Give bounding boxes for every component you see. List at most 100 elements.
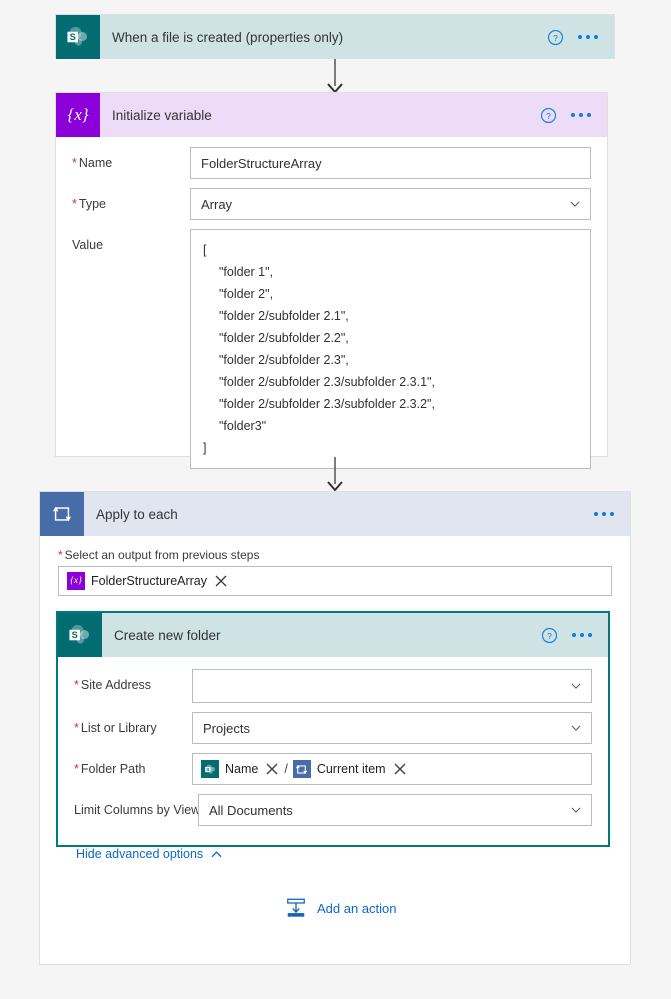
limit-columns-select[interactable]: All Documents bbox=[198, 794, 592, 826]
apply-to-each-header[interactable]: Apply to each bbox=[40, 492, 630, 536]
more-commands-icon[interactable] bbox=[578, 35, 598, 39]
name-input[interactable]: FolderStructureArray bbox=[190, 147, 591, 179]
trigger-title: When a file is created (properties only) bbox=[112, 29, 344, 45]
remove-token-icon[interactable] bbox=[214, 574, 228, 588]
sharepoint-icon: S bbox=[56, 15, 100, 59]
loop-icon bbox=[292, 760, 311, 778]
help-icon[interactable]: ? bbox=[547, 29, 564, 46]
json-line: "folder 2/subfolder 2.2", bbox=[219, 331, 349, 345]
initialize-variable-title: Initialize variable bbox=[112, 107, 212, 123]
chevron-down-icon bbox=[571, 725, 581, 731]
more-commands-icon[interactable] bbox=[594, 512, 614, 516]
apply-header-actions bbox=[594, 512, 630, 516]
json-line: "folder 2/subfolder 2.1", bbox=[219, 309, 349, 323]
field-site-address: Site Address bbox=[74, 669, 592, 703]
token-chip-name[interactable]: S Name bbox=[201, 760, 280, 778]
add-action-icon bbox=[287, 898, 305, 917]
arrow-glyph bbox=[327, 457, 343, 492]
more-commands-icon[interactable] bbox=[571, 113, 591, 117]
trigger-header-actions: ? bbox=[547, 29, 614, 46]
limit-columns-label: Limit Columns by View bbox=[74, 803, 201, 817]
folder-path-input[interactable]: S Name / Current item bbox=[192, 753, 592, 785]
help-icon[interactable]: ? bbox=[541, 627, 558, 644]
hide-advanced-options-link[interactable]: Hide advanced options bbox=[74, 847, 222, 861]
required-asterisk: * bbox=[58, 548, 63, 562]
sharepoint-icon: S bbox=[201, 760, 219, 778]
list-or-library-label: List or Library bbox=[74, 712, 192, 736]
site-address-label: Site Address bbox=[74, 669, 192, 693]
sharepoint-glyph: S bbox=[204, 763, 215, 774]
trigger-card-header[interactable]: S When a file is created (properties onl… bbox=[56, 15, 614, 59]
field-folder-path: Folder Path S bbox=[74, 753, 592, 785]
create-new-folder-title: Create new folder bbox=[114, 627, 221, 643]
json-line: ] bbox=[203, 441, 207, 455]
variable-icon: {x} bbox=[56, 93, 100, 137]
token-chip-label: Name bbox=[225, 762, 259, 776]
list-or-library-select[interactable]: Projects bbox=[192, 712, 592, 744]
remove-token-icon[interactable] bbox=[393, 762, 407, 776]
connector-arrow-1 bbox=[324, 59, 346, 95]
svg-text:?: ? bbox=[547, 630, 552, 640]
initialize-variable-header[interactable]: {x} Initialize variable ? bbox=[56, 93, 607, 137]
svg-text:S: S bbox=[72, 630, 78, 640]
site-address-select[interactable] bbox=[192, 669, 592, 703]
variable-icon: {x} bbox=[67, 572, 85, 590]
token-chip-label: Current item bbox=[316, 762, 386, 776]
flow-designer-canvas: S When a file is created (properties onl… bbox=[0, 0, 671, 999]
chevron-down-icon bbox=[571, 683, 581, 689]
select-output-label: * Select an output from previous steps bbox=[58, 548, 612, 562]
name-label: Name bbox=[72, 147, 190, 171]
chevron-up-icon bbox=[211, 850, 222, 857]
create-new-folder-header[interactable]: S Create new folder ? bbox=[58, 613, 608, 657]
select-output-input[interactable]: {x} FolderStructureArray bbox=[58, 566, 612, 596]
chevron-down-icon bbox=[570, 201, 580, 207]
help-icon[interactable]: ? bbox=[540, 107, 557, 124]
token-chip-current-item[interactable]: Current item bbox=[292, 760, 407, 778]
field-type: Type Array bbox=[72, 188, 591, 220]
json-line: "folder 1", bbox=[219, 265, 274, 279]
add-an-action-label: Add an action bbox=[317, 900, 397, 916]
loop-icon bbox=[40, 492, 84, 536]
limit-columns-value: All Documents bbox=[209, 802, 293, 818]
chevron-down-icon bbox=[571, 807, 581, 813]
json-line: "folder3" bbox=[219, 419, 267, 433]
json-line: "folder 2/subfolder 2.3/subfolder 2.3.2"… bbox=[219, 397, 435, 411]
hide-advanced-options-label: Hide advanced options bbox=[76, 847, 204, 861]
sharepoint-glyph: S bbox=[67, 26, 88, 46]
sharepoint-icon: S bbox=[58, 613, 102, 657]
field-limit-columns: Limit Columns by View All Documents bbox=[74, 794, 592, 826]
value-label: Value bbox=[72, 238, 104, 252]
connector-arrow-2 bbox=[324, 457, 346, 493]
remove-token-icon[interactable] bbox=[265, 762, 279, 776]
field-value: Value [ "folder 1", "folder 2", "folder 2/s… bbox=[72, 229, 591, 469]
json-line: "folder 2/subfolder 2.3/subfolder 2.3.1"… bbox=[219, 375, 435, 389]
value-textarea[interactable]: [ "folder 1", "folder 2", "folder 2/subfold… bbox=[190, 229, 591, 469]
svg-text:?: ? bbox=[553, 32, 558, 42]
apply-to-each-body: * Select an output from previous steps {x… bbox=[40, 536, 630, 596]
initialize-variable-card[interactable]: {x} Initialize variable ? Name FolderStr… bbox=[55, 92, 608, 469]
svg-text:S: S bbox=[70, 32, 76, 42]
apply-to-each-title: Apply to each bbox=[96, 506, 178, 522]
token-chip-label: FolderStructureArray bbox=[91, 574, 208, 588]
json-line: "folder 2", bbox=[219, 287, 274, 301]
svg-text:?: ? bbox=[546, 110, 551, 120]
type-select[interactable]: Array bbox=[190, 188, 591, 220]
apply-to-each-card[interactable]: Apply to each * Select an output from pre… bbox=[39, 491, 631, 965]
variable-icon-glyph: {x} bbox=[67, 105, 89, 124]
type-label: Type bbox=[72, 188, 190, 212]
path-separator: / bbox=[284, 762, 288, 776]
arrow-glyph bbox=[327, 59, 343, 94]
initialize-variable-body: Name FolderStructureArray Type Array Val… bbox=[56, 137, 607, 494]
variable-header-actions: ? bbox=[540, 107, 607, 124]
create-new-folder-card[interactable]: S Create new folder ? Site Address bbox=[56, 611, 610, 861]
sharepoint-glyph: S bbox=[69, 624, 90, 644]
field-name: Name FolderStructureArray bbox=[72, 147, 591, 179]
folder-path-label: Folder Path bbox=[74, 753, 192, 777]
json-line: [ bbox=[203, 243, 207, 257]
trigger-card[interactable]: S When a file is created (properties onl… bbox=[55, 14, 615, 59]
token-chip-folderstructurearray[interactable]: {x} FolderStructureArray bbox=[67, 572, 229, 590]
more-commands-icon[interactable] bbox=[572, 633, 592, 637]
add-an-action-button[interactable]: Add an action bbox=[285, 897, 397, 919]
field-list-or-library: List or Library Projects bbox=[74, 712, 592, 744]
loop-glyph bbox=[296, 764, 308, 774]
